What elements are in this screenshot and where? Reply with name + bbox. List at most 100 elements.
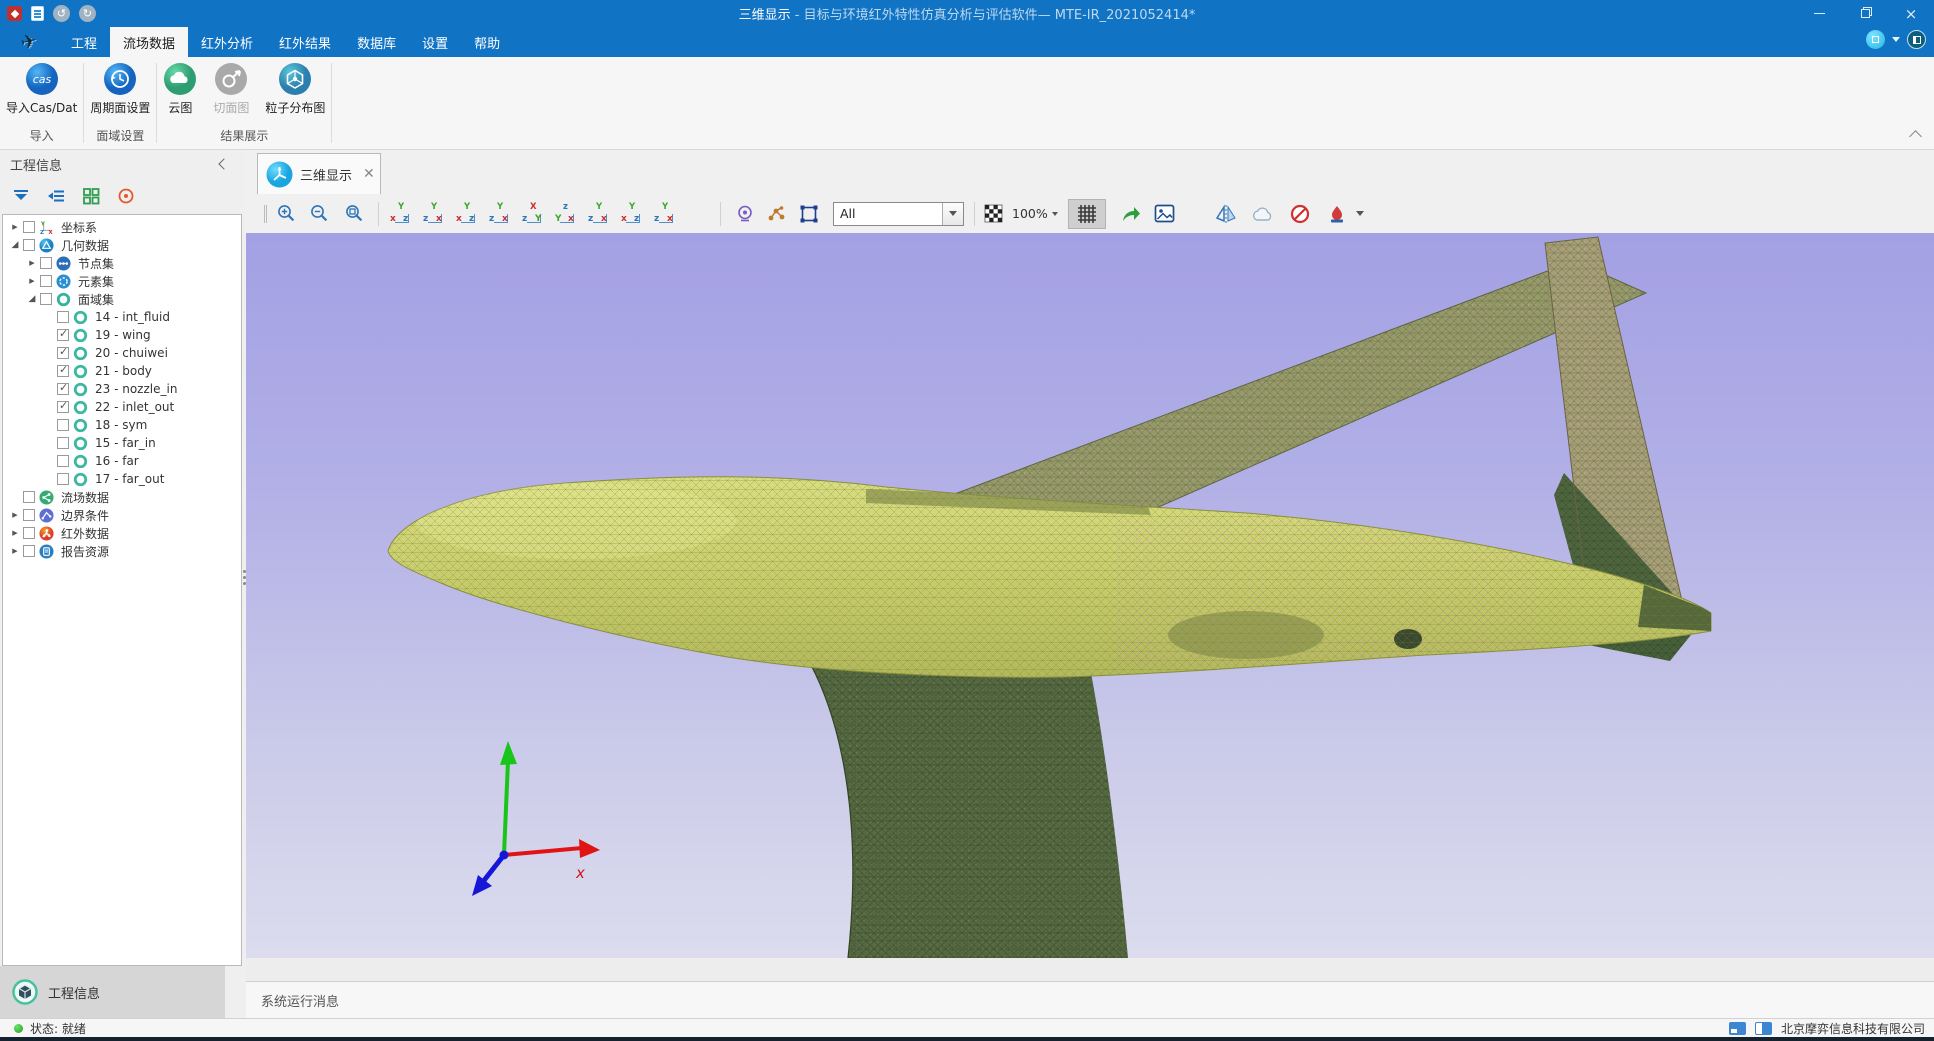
tree-row-19 - wing[interactable]: 19 - wing xyxy=(3,326,241,344)
collapse-ribbon-icon[interactable] xyxy=(1909,130,1922,143)
zoom-in-icon[interactable] xyxy=(275,203,297,225)
tree-row-元素集[interactable]: ▶元素集 xyxy=(3,272,241,290)
tree-checkbox[interactable] xyxy=(57,383,69,395)
tree-row-红外数据[interactable]: ▶红外数据 xyxy=(3,524,241,542)
tree-row-面域集[interactable]: ◢面域集 xyxy=(3,290,241,308)
panel-bottom-tab[interactable]: 工程信息 xyxy=(0,966,225,1018)
menu-item-0[interactable]: 工程 xyxy=(58,27,110,57)
tree-checkbox[interactable] xyxy=(23,509,35,521)
ribbon-button-周期面设置[interactable]: 周期面设置 xyxy=(84,62,156,127)
tree-checkbox[interactable] xyxy=(57,311,69,323)
tree-checkbox[interactable] xyxy=(57,365,69,377)
tree-row-23 - nozzle_in[interactable]: 23 - nozzle_in xyxy=(3,380,241,398)
restore-button[interactable] xyxy=(1842,0,1888,27)
grid-icon[interactable] xyxy=(80,185,102,207)
paint-dropdown-icon[interactable] xyxy=(1356,211,1364,216)
expand-arrow-icon[interactable]: ▶ xyxy=(9,223,21,231)
filter-icon[interactable] xyxy=(10,185,32,207)
mirror-icon[interactable] xyxy=(1215,204,1237,224)
tab-close-icon[interactable]: ✕ xyxy=(363,166,375,182)
expand-arrow-icon[interactable]: ▶ xyxy=(26,259,38,267)
expand-arrow-icon[interactable]: ▶ xyxy=(9,547,21,555)
tree-checkbox[interactable] xyxy=(23,239,35,251)
redo-icon[interactable]: ↻ xyxy=(79,5,96,22)
tree-row-22 - inlet_out[interactable]: 22 - inlet_out xyxy=(3,398,241,416)
tree-checkbox[interactable] xyxy=(23,545,35,557)
view-iso-ne-icon[interactable]: Yzx xyxy=(587,204,612,224)
new-document-icon[interactable] xyxy=(31,6,44,21)
view-front-icon[interactable]: Yxz xyxy=(389,204,414,224)
expand-arrow-icon[interactable]: ▶ xyxy=(9,529,21,537)
tree-checkbox[interactable] xyxy=(57,347,69,359)
tree-checkbox[interactable] xyxy=(57,473,69,485)
layout-icon[interactable] xyxy=(1907,30,1926,49)
tree-row-16 - far[interactable]: 16 - far xyxy=(3,452,241,470)
tab-3d-view[interactable]: 三维显示 ✕ xyxy=(257,153,381,194)
combo-dropdown-icon[interactable] xyxy=(942,203,963,225)
locate-icon[interactable] xyxy=(115,185,137,207)
ribbon-button-粒子分布图[interactable]: 粒子分布图 xyxy=(259,62,331,127)
tree-row-边界条件[interactable]: ▶边界条件 xyxy=(3,506,241,524)
tree-checkbox[interactable] xyxy=(40,293,52,305)
molecule-icon[interactable] xyxy=(765,204,787,224)
zoom-out-icon[interactable] xyxy=(308,203,330,225)
toolbar-drag-handle[interactable] xyxy=(264,205,267,223)
undo-icon[interactable]: ↺ xyxy=(53,5,70,22)
menu-item-2[interactable]: 红外分析 xyxy=(188,27,266,57)
expand-arrow-icon[interactable]: ◢ xyxy=(9,240,21,250)
chevron-down-icon[interactable] xyxy=(1892,37,1900,42)
box-select-icon[interactable] xyxy=(799,204,819,224)
tree-checkbox[interactable] xyxy=(23,221,35,233)
menu-item-4[interactable]: 数据库 xyxy=(344,27,409,57)
pin-icon[interactable] xyxy=(735,204,755,224)
view-bottom-icon[interactable]: zYx xyxy=(554,204,579,224)
app-icon[interactable] xyxy=(7,6,22,21)
ribbon-button-导入Cas/Dat[interactable]: cas导入Cas/Dat xyxy=(0,62,83,127)
minimize-button[interactable] xyxy=(1796,0,1842,27)
outline-icon[interactable] xyxy=(45,185,67,207)
menu-item-3[interactable]: 红外结果 xyxy=(266,27,344,57)
close-button[interactable]: × xyxy=(1888,0,1934,27)
view-back-icon[interactable]: Yzx xyxy=(422,204,447,224)
tree-checkbox[interactable] xyxy=(40,275,52,287)
share-arrow-icon[interactable] xyxy=(1120,204,1142,224)
view-iso-nw-icon[interactable]: Yxz xyxy=(620,204,645,224)
tree-row-流场数据[interactable]: 流场数据 xyxy=(3,488,241,506)
tree-checkbox[interactable] xyxy=(57,419,69,431)
paint-icon[interactable] xyxy=(1327,204,1347,224)
expand-arrow-icon[interactable]: ▶ xyxy=(26,277,38,285)
tree-checkbox[interactable] xyxy=(23,527,35,539)
tree-checkbox[interactable] xyxy=(57,455,69,467)
zoom-level-dropdown[interactable]: 100% xyxy=(1012,206,1058,221)
tree-checkbox[interactable] xyxy=(57,329,69,341)
tree-checkbox[interactable] xyxy=(23,491,35,503)
tree-checkbox[interactable] xyxy=(57,401,69,413)
tree-checkbox[interactable] xyxy=(57,437,69,449)
style-switch-icon[interactable] xyxy=(1866,30,1885,49)
menu-item-1[interactable]: 流场数据 xyxy=(110,27,188,57)
tree-row-17 - far_out[interactable]: 17 - far_out xyxy=(3,470,241,488)
checkerboard-icon[interactable] xyxy=(984,204,1003,223)
tree-row-报告资源[interactable]: ▶报告资源 xyxy=(3,542,241,560)
display-filter-select[interactable]: All xyxy=(833,202,964,226)
taskbar-split-icon[interactable] xyxy=(1755,1022,1772,1035)
tree-row-坐标系[interactable]: ▶YZX坐标系 xyxy=(3,218,241,236)
tree-row-21 - body[interactable]: 21 - body xyxy=(3,362,241,380)
viewport-3d[interactable]: x xyxy=(246,233,1934,958)
menu-item-5[interactable]: 设置 xyxy=(409,27,461,57)
expand-arrow-icon[interactable]: ◢ xyxy=(26,294,38,304)
grid-icon[interactable] xyxy=(1068,199,1106,229)
tree-row-节点集[interactable]: ▶节点集 xyxy=(3,254,241,272)
view-iso-se-icon[interactable]: Yzx xyxy=(653,204,678,224)
tree-row-几何数据[interactable]: ◢几何数据 xyxy=(3,236,241,254)
zoom-fit-icon[interactable] xyxy=(343,203,365,225)
collapse-panel-icon[interactable] xyxy=(218,158,229,169)
view-right-icon[interactable]: Yzx xyxy=(488,204,513,224)
menu-item-6[interactable]: 帮助 xyxy=(461,27,513,57)
tree-row-20 - chuiwei[interactable]: 20 - chuiwei xyxy=(3,344,241,362)
cloud-outline-icon[interactable] xyxy=(1251,205,1274,223)
tree-row-15 - far_in[interactable]: 15 - far_in xyxy=(3,434,241,452)
image-icon[interactable] xyxy=(1154,204,1175,223)
tree-row-18 - sym[interactable]: 18 - sym xyxy=(3,416,241,434)
taskbar-image-icon[interactable] xyxy=(1729,1022,1746,1035)
